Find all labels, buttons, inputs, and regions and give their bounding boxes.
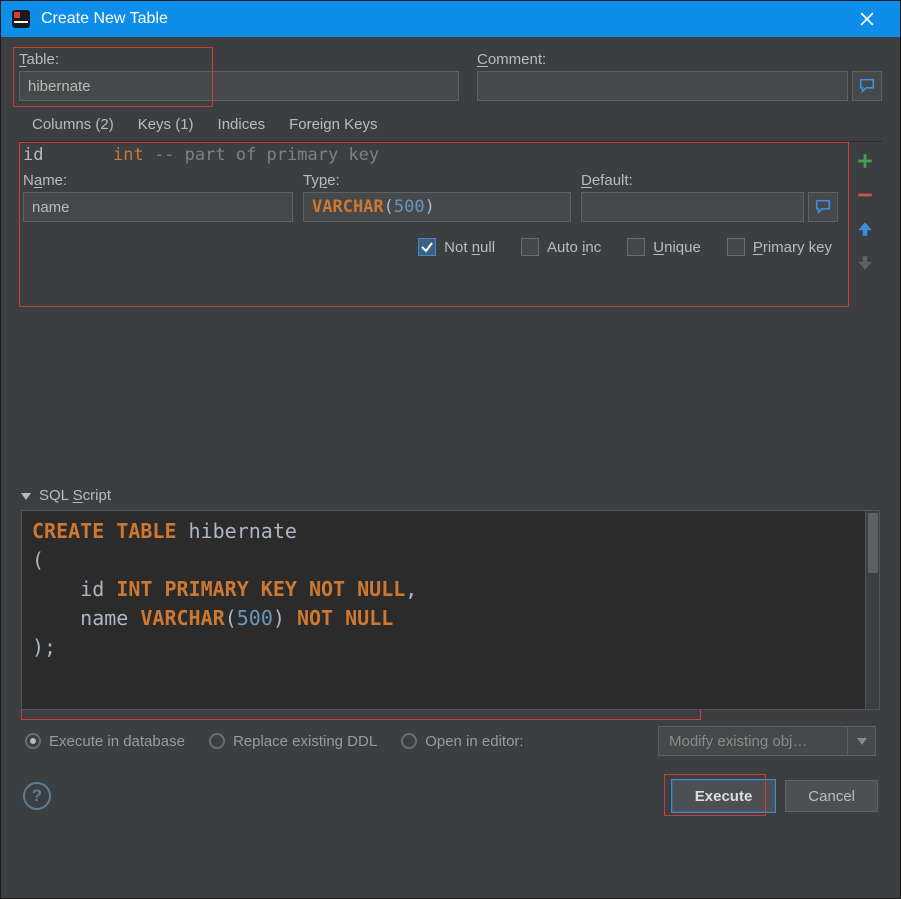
move-up-button[interactable] <box>852 216 878 242</box>
table-input[interactable] <box>19 71 459 101</box>
speech-bubble-icon <box>814 198 832 216</box>
triangle-down-icon <box>21 491 31 501</box>
remove-column-button[interactable] <box>852 182 878 208</box>
close-icon <box>860 12 874 26</box>
chevron-down-icon <box>847 727 875 755</box>
speech-bubble-icon <box>858 77 876 95</box>
minus-icon <box>856 186 874 204</box>
app-icon <box>11 9 31 29</box>
tab-foreign-keys[interactable]: Foreign Keys <box>280 111 386 137</box>
primarykey-checkbox[interactable]: Primary key <box>727 238 832 256</box>
open-editor-combo[interactable]: Modify existing obj… <box>658 726 876 756</box>
cancel-button[interactable]: Cancel <box>785 780 878 812</box>
titlebar: Create New Table <box>1 1 900 37</box>
close-button[interactable] <box>844 1 890 37</box>
column-tabs: Columns (2) Keys (1) Indices Foreign Key… <box>19 111 882 137</box>
tab-columns[interactable]: Columns (2) <box>23 111 123 137</box>
column-preview-row[interactable]: id int -- part of primary key <box>19 142 842 168</box>
checkbox-icon <box>521 238 539 256</box>
radio-replace-ddl[interactable]: Replace existing DDL <box>209 733 377 750</box>
add-column-button[interactable] <box>852 148 878 174</box>
default-label: Default: <box>581 172 838 189</box>
comment-input[interactable] <box>477 71 848 101</box>
radio-icon <box>25 733 41 749</box>
tab-indices[interactable]: Indices <box>209 111 275 137</box>
type-label: Type: <box>303 172 571 189</box>
sql-editor[interactable]: CREATE TABLE hibernate ( id INT PRIMARY … <box>21 510 880 710</box>
checkbox-icon <box>418 238 436 256</box>
preview-col-name: id <box>23 145 113 165</box>
default-expand-button[interactable] <box>808 192 838 222</box>
autoinc-checkbox[interactable]: Auto inc <box>521 238 601 256</box>
radio-icon <box>209 733 225 749</box>
radio-execute-db[interactable]: Execute in database <box>25 733 185 750</box>
checkbox-icon <box>627 238 645 256</box>
radio-icon <box>401 733 417 749</box>
checkbox-icon <box>727 238 745 256</box>
plus-icon <box>856 152 874 170</box>
comment-label: Comment: <box>477 51 882 68</box>
preview-col-comment: -- part of primary key <box>154 145 379 165</box>
arrow-up-icon <box>856 220 874 238</box>
unique-checkbox[interactable]: Unique <box>627 238 701 256</box>
execute-button[interactable]: Execute <box>672 780 776 812</box>
tab-keys[interactable]: Keys (1) <box>129 111 203 137</box>
table-label: Table: <box>19 51 459 68</box>
column-name-input[interactable] <box>23 192 293 222</box>
sql-scrollbar[interactable] <box>865 511 879 709</box>
column-default-input[interactable] <box>581 192 804 222</box>
name-label: Name: <box>23 172 293 189</box>
move-down-button[interactable] <box>852 250 878 276</box>
sql-script-toggle[interactable]: SQL Script <box>21 481 880 510</box>
help-button[interactable]: ? <box>23 782 51 810</box>
radio-open-editor[interactable]: Open in editor: <box>401 733 523 750</box>
preview-col-type: int <box>113 145 144 165</box>
question-icon: ? <box>32 786 42 806</box>
window-title: Create New Table <box>41 10 844 28</box>
arrow-down-icon <box>856 254 874 272</box>
notnull-checkbox[interactable]: Not null <box>418 238 495 256</box>
column-type-input[interactable]: VARCHAR(500) <box>303 192 571 222</box>
comment-expand-button[interactable] <box>852 71 882 101</box>
